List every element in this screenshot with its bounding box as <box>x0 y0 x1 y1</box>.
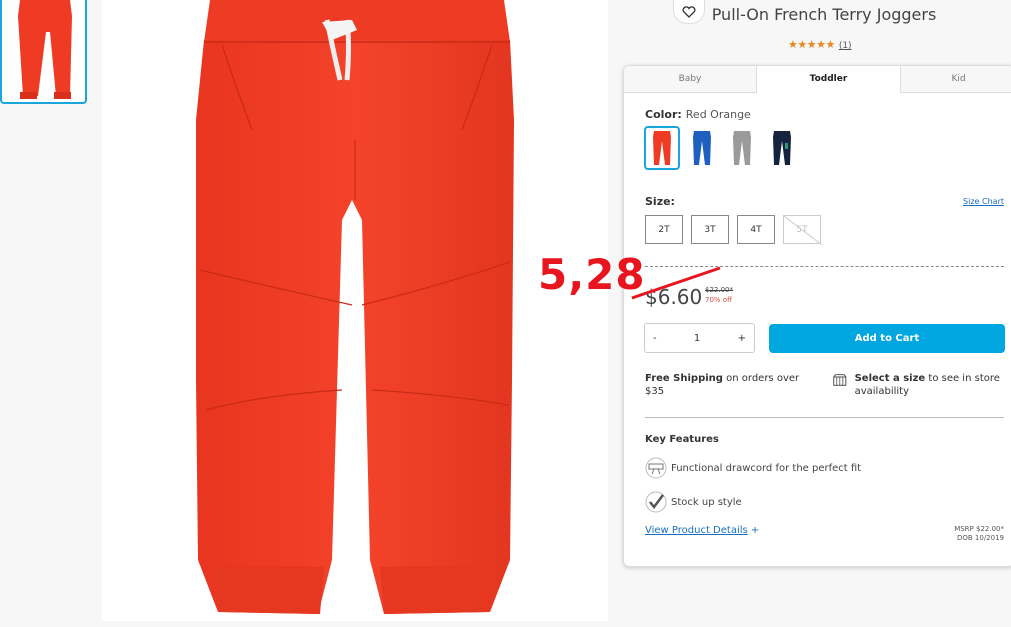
color-swatches <box>644 126 800 170</box>
checkmark-icon <box>645 491 667 513</box>
pants-thumbnail-image <box>18 0 72 99</box>
size-option-5t-unavailable[interactable]: 5T <box>783 215 822 245</box>
feature-stock-up: Stock up style <box>645 491 742 513</box>
size-label: Size: <box>645 195 675 208</box>
drawcord-icon <box>645 457 667 479</box>
store-icon <box>833 374 847 386</box>
expand-plus-icon[interactable]: + <box>751 525 759 536</box>
quantity-increase-button[interactable]: + <box>738 333 746 344</box>
free-shipping-bold: Free Shipping <box>645 373 723 384</box>
view-product-details-link[interactable]: View Product Details <box>645 525 748 536</box>
select-size-bold: Select a size <box>854 373 926 384</box>
quantity-stepper: - 1 + <box>644 323 755 353</box>
swatch-red-orange[interactable] <box>644 126 680 170</box>
swatch-gray[interactable] <box>724 126 760 170</box>
store-availability: Select a size to see in store availabili… <box>833 372 1008 398</box>
product-main-image[interactable] <box>102 0 705 621</box>
size-option-4t[interactable]: 4T <box>737 215 775 244</box>
free-shipping-info: Free Shipping on orders over $35 <box>645 372 810 398</box>
product-rating[interactable]: ★★★★★ (1) <box>788 38 852 51</box>
swatch-blue[interactable] <box>684 126 720 170</box>
msrp-line: MSRP $22.00* <box>954 525 1004 533</box>
size-chart-link[interactable]: Size Chart <box>963 197 1004 206</box>
feature-stock-up-text: Stock up style <box>671 496 742 508</box>
purchase-panel: Baby Toddler Kid Color: Red Orange Size: … <box>623 65 1011 567</box>
tab-kid[interactable]: Kid <box>901 66 1011 92</box>
tab-toddler[interactable]: Toddler <box>757 66 901 93</box>
rating-stars: ★★★★★ <box>788 38 835 51</box>
review-count-link[interactable]: (1) <box>839 41 852 51</box>
product-page: Pull-On French Terry Joggers ★★★★★ (1) Ba… <box>0 0 1011 627</box>
add-to-cart-button[interactable]: Add to Cart <box>769 324 1005 353</box>
feature-drawcord-text: Functional drawcord for the perfect fit <box>671 462 862 474</box>
quantity-decrease-button[interactable]: - <box>653 333 657 344</box>
size-group-tabs: Baby Toddler Kid <box>624 66 1011 93</box>
msrp-info: MSRP $22.00* DOB 10/2019 <box>954 525 1004 543</box>
feature-drawcord: Functional drawcord for the perfect fit <box>645 457 861 479</box>
size-option-2t[interactable]: 2T <box>645 215 683 244</box>
size-options: 2T 3T 4T 5T <box>645 215 822 245</box>
price-strikethrough-annotation <box>631 266 721 300</box>
quantity-value[interactable]: 1 <box>694 333 700 344</box>
color-selector-label: Color: Red Orange <box>645 108 751 121</box>
color-value: Red Orange <box>685 108 751 121</box>
unavailable-slash-icon <box>784 216 822 245</box>
key-features-title: Key Features <box>645 434 719 445</box>
product-thumbnail[interactable] <box>0 0 87 104</box>
red-joggers-image <box>196 0 514 614</box>
section-divider <box>645 417 1004 418</box>
view-product-details[interactable]: View Product Details + <box>645 525 759 536</box>
swatch-navy[interactable] <box>764 126 800 170</box>
product-title: Pull-On French Terry Joggers <box>711 5 937 24</box>
tab-baby[interactable]: Baby <box>624 66 757 92</box>
color-label: Color: <box>645 108 682 121</box>
dob-line: DOB 10/2019 <box>956 534 1004 542</box>
size-option-3t[interactable]: 3T <box>691 215 729 244</box>
